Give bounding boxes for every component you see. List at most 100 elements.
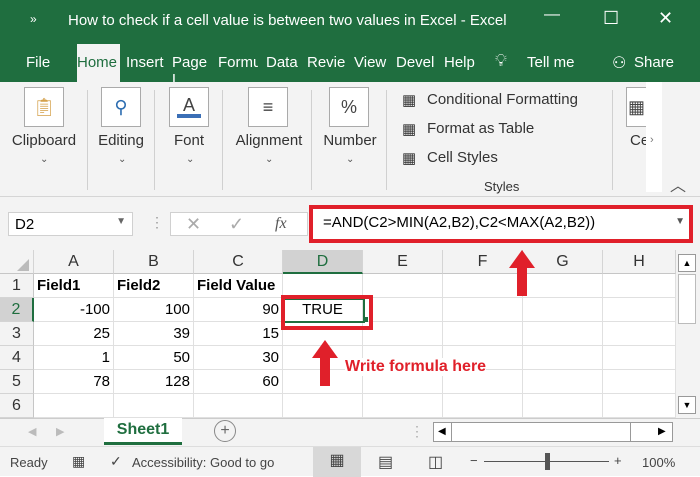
zoom-level[interactable]: 100% <box>642 455 675 470</box>
cell-c3[interactable]: 15 <box>194 322 283 346</box>
accessibility-status[interactable]: Accessibility: Good to go <box>132 455 274 470</box>
cell-d6[interactable] <box>283 394 363 418</box>
ribbon-scroll-right[interactable]: › <box>646 82 662 192</box>
row-header-5[interactable]: 5 <box>0 370 34 394</box>
cell-a6[interactable] <box>34 394 114 418</box>
close-button[interactable]: ✕ <box>658 8 673 29</box>
format-as-table-button[interactable]: Format as Table <box>427 120 534 137</box>
macro-record-icon[interactable]: ▦ <box>72 453 85 470</box>
cell-h6[interactable] <box>603 394 676 418</box>
font-icon[interactable]: A <box>169 87 209 127</box>
conditional-formatting-button[interactable]: Conditional Formatting <box>427 91 578 108</box>
cell-h1[interactable] <box>603 274 676 298</box>
cell-g3[interactable] <box>523 322 603 346</box>
cell-g2[interactable] <box>523 298 603 322</box>
row-header-4[interactable]: 4 <box>0 346 34 370</box>
name-box[interactable]: D2 ▼ <box>8 212 133 236</box>
column-header-e[interactable]: E <box>363 250 443 274</box>
cell-a4[interactable]: 1 <box>34 346 114 370</box>
cell-b2[interactable]: 100 <box>114 298 194 322</box>
page-layout-view-button[interactable]: ▤ <box>378 452 393 472</box>
sheet-tab-sheet1[interactable]: Sheet1 <box>104 418 182 445</box>
zoom-in-button[interactable]: + <box>614 453 622 468</box>
cell-e1[interactable] <box>363 274 443 298</box>
add-sheet-button[interactable]: + <box>214 420 236 442</box>
splitter-icon[interactable]: ⋮ <box>150 214 164 231</box>
cell-c1[interactable]: Field Value <box>194 274 283 298</box>
cell-g5[interactable] <box>523 370 603 394</box>
scroll-left-icon[interactable]: ◀ <box>438 426 446 437</box>
column-header-b[interactable]: B <box>114 250 194 274</box>
tab-insert[interactable]: Insert <box>126 54 164 71</box>
tab-review[interactable]: Revie <box>307 54 347 71</box>
normal-view-button[interactable]: ▦ <box>313 447 361 477</box>
cell-styles-button[interactable]: Cell Styles <box>427 149 498 166</box>
align-icon[interactable]: ≡ <box>248 87 288 127</box>
cell-a3[interactable]: 25 <box>34 322 114 346</box>
cell-h5[interactable] <box>603 370 676 394</box>
column-header-d[interactable]: D <box>283 250 363 274</box>
search-icon[interactable]: ⚲ <box>101 87 141 127</box>
clipboard-icon[interactable]: 📋︎ <box>24 87 64 127</box>
cell-b4[interactable]: 50 <box>114 346 194 370</box>
quick-access-icon[interactable]: » <box>30 12 37 26</box>
cell-b3[interactable]: 39 <box>114 322 194 346</box>
fill-handle[interactable] <box>363 317 368 322</box>
cell-g4[interactable] <box>523 346 603 370</box>
vertical-scroll-thumb[interactable] <box>678 274 696 324</box>
tell-me-search[interactable]: Tell me <box>527 54 575 71</box>
editing-group-button[interactable]: Editing <box>91 132 151 149</box>
row-header-1[interactable]: 1 <box>0 274 34 298</box>
tab-view[interactable]: View <box>354 54 386 71</box>
accessibility-icon[interactable]: ✓ <box>110 453 122 470</box>
tab-developer[interactable]: Devel <box>396 54 434 71</box>
horizontal-scrollbar[interactable]: ◀ ▶ <box>433 422 673 442</box>
tab-help[interactable]: Help <box>444 54 475 71</box>
restore-button[interactable]: ☐ <box>603 8 619 29</box>
page-break-view-button[interactable]: ◫ <box>428 452 443 472</box>
alignment-group-button[interactable]: Alignment <box>228 132 310 149</box>
column-header-c[interactable]: C <box>194 250 283 274</box>
share-button[interactable]: Share <box>634 54 674 71</box>
cell-a2[interactable]: -100 <box>34 298 114 322</box>
cell-f6[interactable] <box>443 394 523 418</box>
cell-c5[interactable]: 60 <box>194 370 283 394</box>
horizontal-scroll-thumb[interactable] <box>451 423 631 441</box>
zoom-slider-thumb[interactable] <box>544 453 550 470</box>
column-header-g[interactable]: G <box>523 250 603 274</box>
prev-sheet-icon[interactable]: ◀ <box>28 425 36 438</box>
cell-f2[interactable] <box>443 298 523 322</box>
minimize-button[interactable]: — <box>544 6 560 24</box>
cell-e3[interactable] <box>363 322 443 346</box>
cells-icon[interactable]: ▦ <box>626 87 646 127</box>
cell-h2[interactable] <box>603 298 676 322</box>
number-group-button[interactable]: Number <box>318 132 382 149</box>
scroll-right-icon[interactable]: ▶ <box>658 426 666 437</box>
collapse-ribbon-icon[interactable]: ︿ <box>670 172 686 196</box>
column-header-h[interactable]: H <box>603 250 676 274</box>
tab-data[interactable]: Data <box>266 54 298 71</box>
row-header-2[interactable]: 2 <box>0 298 34 322</box>
cell-g1[interactable] <box>523 274 603 298</box>
scroll-down-icon[interactable]: ▼ <box>678 396 696 414</box>
cell-c6[interactable] <box>194 394 283 418</box>
row-header-3[interactable]: 3 <box>0 322 34 346</box>
expand-formula-icon[interactable]: ▼ <box>675 216 685 227</box>
tab-file[interactable]: File <box>26 54 50 71</box>
enter-icon[interactable]: ✓ <box>229 214 244 235</box>
select-all-corner[interactable] <box>0 250 34 274</box>
cell-e2[interactable] <box>363 298 443 322</box>
vertical-scrollbar[interactable]: ▲ ▼ <box>676 250 700 418</box>
cell-g6[interactable] <box>523 394 603 418</box>
cell-h3[interactable] <box>603 322 676 346</box>
cell-b1[interactable]: Field2 <box>114 274 194 298</box>
cell-c2[interactable]: 90 <box>194 298 283 322</box>
cell-c4[interactable]: 30 <box>194 346 283 370</box>
cell-e6[interactable] <box>363 394 443 418</box>
tab-formulas[interactable]: Formu <box>218 54 258 71</box>
cell-b6[interactable] <box>114 394 194 418</box>
font-group-button[interactable]: Font <box>159 132 219 149</box>
tab-home[interactable]: Home <box>77 44 120 82</box>
row-header-6[interactable]: 6 <box>0 394 34 418</box>
clipboard-group-button[interactable]: Clipboard <box>4 132 84 149</box>
